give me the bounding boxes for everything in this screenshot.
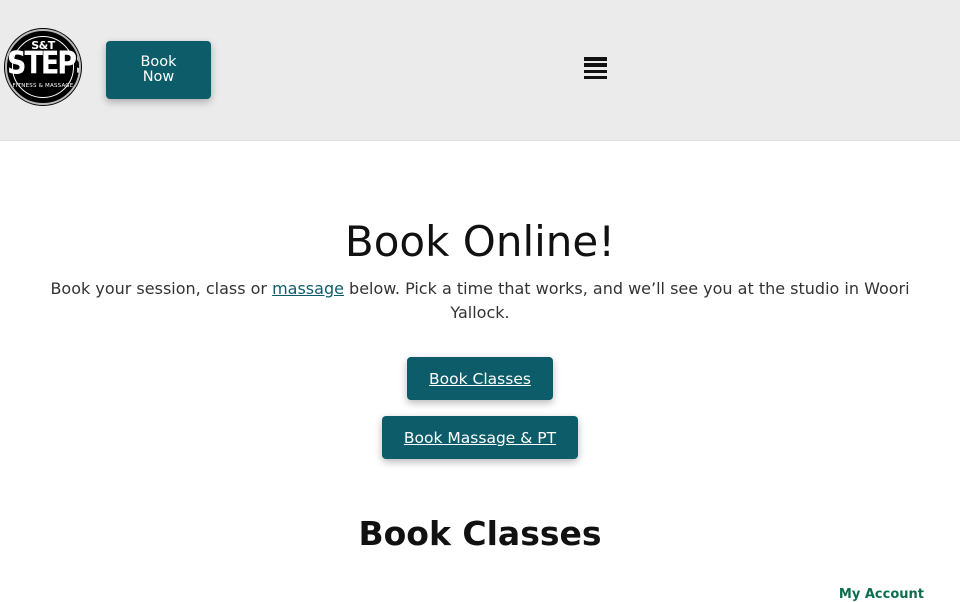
book-now-button[interactable]: Book Now <box>106 41 211 99</box>
logo-main-text: STEPS <box>7 45 79 82</box>
logo-sub-text: FITNESS & MASSAGE <box>12 83 74 89</box>
massage-link[interactable]: massage <box>272 279 344 298</box>
menu-bar <box>584 63 607 67</box>
book-massage-pt-button[interactable]: Book Massage & PT <box>382 416 578 459</box>
menu-bar <box>584 75 607 80</box>
hamburger-menu-icon[interactable] <box>584 57 607 80</box>
site-logo[interactable]: S&T STEPS FITNESS & MASSAGE <box>5 29 81 105</box>
menu-bar <box>584 57 607 61</box>
intro-text: Book your session, class or massage belo… <box>40 277 920 325</box>
book-classes-button[interactable]: Book Classes <box>407 357 553 400</box>
menu-bar <box>584 69 607 74</box>
section-title: Book Classes <box>358 514 602 553</box>
site-header: S&T STEPS FITNESS & MASSAGE Book Now <box>0 0 960 141</box>
page-title: Book Online! <box>344 217 616 266</box>
main-content: Book Online! Book your session, class or… <box>0 141 960 602</box>
intro-text-before: Book your session, class or <box>50 279 273 298</box>
intro-text-after: below. Pick a time that works, and we’ll… <box>343 279 910 322</box>
